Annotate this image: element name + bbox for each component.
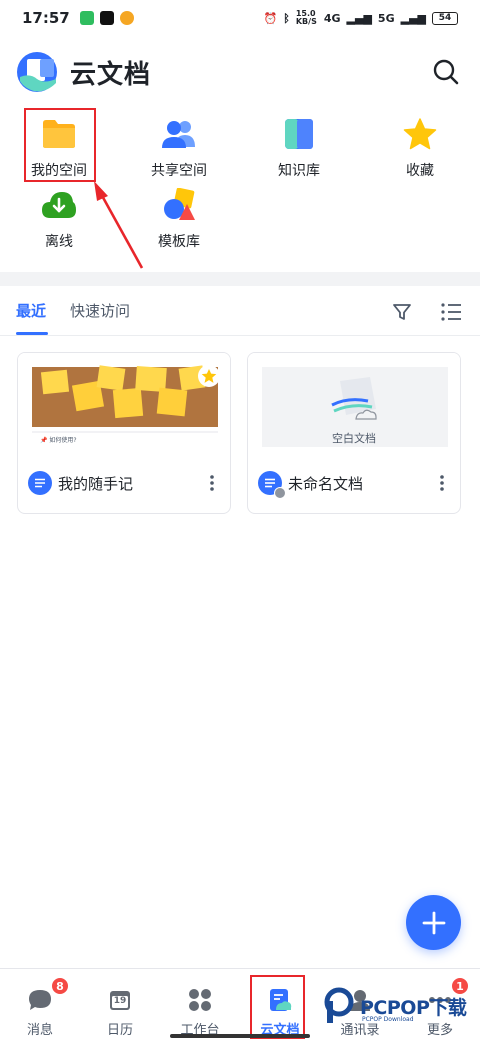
document-title: 我的随手记 — [58, 474, 134, 493]
blank-doc-illustration — [331, 377, 377, 420]
watermark-subtext: PCPOP Download — [362, 1016, 414, 1023]
nav-label: 消息 — [26, 1023, 53, 1038]
create-document-button[interactable] — [406, 895, 461, 950]
home-indicator — [170, 1034, 310, 1038]
document-card[interactable]: 📌 如何使用? 我的随手记 — [17, 352, 231, 514]
document-thumbnail: 空白文档 — [248, 353, 460, 447]
tab-active-indicator — [16, 332, 48, 335]
unread-badge: 8 — [51, 977, 69, 995]
sticky-notes-image — [32, 365, 218, 447]
nav-item-workplace[interactable]: 工作台 — [160, 969, 240, 1040]
document-card-footer: 我的随手记 — [18, 461, 230, 505]
grid-icon — [187, 987, 213, 1013]
chat-icon: 8 — [27, 977, 69, 1013]
filter-icon — [393, 304, 411, 320]
more-vertical-icon — [440, 475, 444, 491]
nav-item-calendar[interactable]: 19 日历 — [80, 969, 160, 1040]
upload-pending-icon — [274, 487, 286, 499]
tab-recent[interactable]: 最近 — [16, 300, 46, 321]
nav-item-messages[interactable]: 8 消息 — [0, 969, 80, 1040]
watermark: PCPOP下载 PCPOP Download — [324, 984, 474, 1028]
document-title: 未命名文档 — [288, 474, 364, 493]
annotation-arrow — [94, 181, 144, 269]
thumbnail-caption: 📌 如何使用? — [40, 437, 77, 444]
document-card-footer: 未命名文档 — [248, 461, 460, 505]
document-card[interactable]: 空白文档 未命名文档 — [247, 352, 461, 514]
filter-button[interactable] — [388, 298, 416, 326]
thumbnail-caption: 空白文档 — [332, 432, 376, 445]
nav-label: 日历 — [106, 1023, 133, 1038]
calendar-icon: 19 — [107, 987, 133, 1013]
starred-icon — [198, 365, 220, 387]
list-icon — [441, 303, 461, 321]
plus-icon — [422, 911, 445, 934]
section-divider — [0, 272, 480, 286]
annotation-highlight-box — [250, 975, 305, 1039]
tab-quick-access[interactable]: 快速访问 — [70, 300, 130, 321]
more-vertical-icon — [210, 475, 214, 491]
doc-type-icon — [258, 471, 286, 499]
watermark-logo-icon — [324, 987, 354, 1023]
document-thumbnail: 📌 如何使用? — [18, 353, 230, 447]
calendar-date: 19 — [113, 996, 127, 1006]
doc-type-icon — [28, 471, 52, 495]
document-more-button[interactable] — [434, 471, 450, 495]
document-more-button[interactable] — [204, 471, 220, 495]
tab-bar: 最近 快速访问 — [0, 292, 480, 336]
list-view-button[interactable] — [437, 298, 465, 326]
